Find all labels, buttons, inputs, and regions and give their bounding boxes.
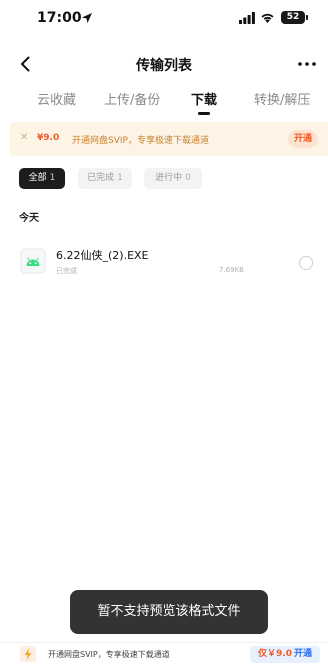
list-item[interactable]: 6.22仙侠_(2).EXE 已完成 7.69KB — [0, 240, 328, 284]
more-options-icon[interactable] — [296, 54, 318, 74]
filter-label: 进行中 — [155, 173, 183, 183]
close-icon[interactable]: ✕ — [20, 132, 28, 143]
filter-count: 1 — [49, 173, 56, 183]
section-header-today: 今天 — [19, 213, 39, 224]
page-title: 传输列表 — [136, 58, 192, 74]
filter-count: 0 — [185, 173, 191, 183]
battery-indicator: 52 — [281, 11, 308, 24]
android-file-icon — [20, 248, 46, 274]
status-bar: 17:00 52 — [0, 0, 328, 38]
file-status: 已完成 — [56, 267, 77, 275]
select-radio[interactable] — [299, 256, 313, 270]
filter-completed-chip[interactable]: 已完成 1 — [78, 168, 132, 189]
promo-open-button[interactable]: 开通 — [288, 130, 318, 148]
tab-cloud-favorites[interactable]: 云收藏 — [37, 89, 76, 108]
cellular-signal-icon — [239, 12, 255, 24]
filter-label: 已完成 — [87, 173, 115, 183]
tab-convert-extract[interactable]: 转换/解压 — [254, 89, 310, 108]
file-size: 7.69KB — [219, 266, 244, 274]
filter-label: 全部 — [28, 173, 47, 183]
file-name: 6.22仙侠_(2).EXE — [56, 249, 149, 262]
back-chevron-icon[interactable] — [16, 54, 36, 74]
tab-download[interactable]: 下载 — [191, 89, 217, 108]
status-time: 17:00 — [37, 10, 82, 26]
nav-bar: 传输列表 — [0, 48, 328, 80]
cta-price: 仅￥9.0 — [258, 649, 292, 659]
cta-open-label: 开通 — [293, 649, 312, 659]
filter-all-chip[interactable]: 全部 1 — [19, 168, 65, 189]
toast-message: 暂不支持预览该格式文件 — [70, 590, 268, 634]
transfer-tabs: 云收藏 上传/备份 下载 转换/解压 — [0, 86, 328, 115]
svip-promo-banner: ✕ ¥9.0 开通网盘SVIP，专享极速下载通道 开通 — [10, 122, 328, 156]
location-arrow-icon — [82, 13, 92, 23]
promo-text: 开通网盘SVIP，专享极速下载通道 — [72, 136, 209, 146]
active-tab-indicator — [198, 112, 210, 115]
filter-in-progress-chip[interactable]: 进行中 0 — [144, 168, 202, 189]
bottom-banner-text: 开通网盘SVIP，专享极速下载通道 — [48, 650, 170, 659]
promo-price: ¥9.0 — [37, 133, 60, 143]
wifi-icon — [261, 13, 274, 23]
bottom-open-button[interactable]: 仅￥9.0 开通 — [250, 646, 320, 663]
bottom-svip-banner: 开通网盘SVIP，专享极速下载通道 仅￥9.0 开通 — [0, 642, 328, 664]
lightning-icon — [20, 646, 36, 662]
tab-upload-backup[interactable]: 上传/备份 — [104, 89, 160, 108]
filter-count: 1 — [117, 173, 123, 183]
